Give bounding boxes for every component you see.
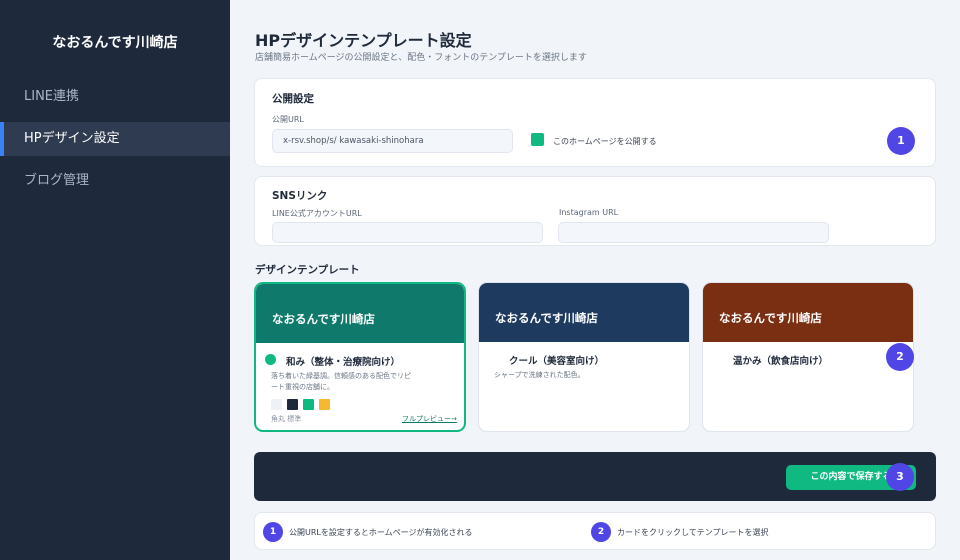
public-url-label: 公開URL bbox=[272, 115, 304, 124]
publish-settings-card: 公開設定 公開URL x-rsv.shop/s/ kawasaki-shinoh… bbox=[254, 78, 936, 167]
selected-indicator-icon bbox=[265, 354, 276, 365]
page-title: HPデザインテンプレート設定 bbox=[255, 31, 472, 50]
publish-checkbox[interactable] bbox=[531, 133, 544, 146]
save-bar: この内容で保存する bbox=[254, 452, 936, 501]
hint-text-2: カードをクリックしてテンプレートを選択 bbox=[617, 528, 769, 537]
line-url-label: LINE公式アカウントURL bbox=[272, 209, 362, 218]
instagram-url-input[interactable] bbox=[558, 222, 829, 243]
template-description: 落ち着いた緑基調。信頼感のある配色でリピート重視の店舗に。 bbox=[271, 372, 411, 391]
hint-card: 1 公開URLを設定するとホームページが有効化される 2 カードをクリックしてテ… bbox=[254, 512, 936, 550]
template-name: 温かみ（飲食店向け） bbox=[733, 356, 829, 367]
full-preview-link[interactable]: フルプレビュー→ bbox=[402, 414, 457, 424]
sns-links-card: SNSリンク LINE公式アカウントURL Instagram URL bbox=[254, 176, 936, 246]
instagram-url-label: Instagram URL bbox=[559, 208, 619, 217]
sidebar-item-hp-design[interactable]: HPデザイン設定 bbox=[0, 122, 230, 156]
sns-title: SNSリンク bbox=[272, 190, 328, 202]
template-card-warm[interactable]: なおるんです川崎店 温かみ（飲食店向け） bbox=[702, 282, 914, 432]
color-swatch bbox=[319, 399, 330, 410]
hint-badge-1: 1 bbox=[263, 522, 283, 542]
step-badge-1: 1 bbox=[887, 127, 915, 155]
color-swatch bbox=[287, 399, 298, 410]
step-badge-2: 2 bbox=[886, 343, 914, 371]
publish-checkbox-label: このホームページを公開する bbox=[553, 137, 657, 146]
color-swatch bbox=[271, 399, 282, 410]
design-template-title: デザインテンプレート bbox=[255, 264, 360, 276]
sidebar-item-line[interactable]: LINE連携 bbox=[0, 80, 230, 114]
hint-text-1: 公開URLを設定するとホームページが有効化される bbox=[289, 528, 473, 537]
template-header: なおるんです川崎店 bbox=[256, 284, 464, 343]
template-header: なおるんです川崎店 bbox=[479, 283, 689, 342]
line-url-input[interactable] bbox=[272, 222, 543, 243]
template-name: クール（美容室向け） bbox=[509, 356, 605, 367]
template-header: なおるんです川崎店 bbox=[703, 283, 913, 342]
hint-badge-2: 2 bbox=[591, 522, 611, 542]
sidebar-item-blog[interactable]: ブログ管理 bbox=[0, 164, 230, 198]
public-url-input[interactable]: x-rsv.shop/s/ kawasaki-shinohara bbox=[272, 129, 513, 153]
sidebar: なおるんです川崎店 LINE連携 HPデザイン設定 ブログ管理 bbox=[0, 0, 230, 560]
color-swatch bbox=[303, 399, 314, 410]
template-description: シャープで洗練された配色。 bbox=[494, 371, 585, 379]
template-card-cool[interactable]: なおるんです川崎店 クール（美容室向け） シャープで洗練された配色。 bbox=[478, 282, 690, 432]
template-name: 和み（整体・治療院向け） bbox=[286, 357, 401, 368]
template-meta: 角丸 標準 bbox=[271, 415, 302, 423]
page-subtitle: 店舗簡易ホームページの公開設定と、配色・フォントのテンプレートを選択します bbox=[255, 53, 587, 63]
brand-name: なおるんです川崎店 bbox=[52, 35, 178, 51]
step-badge-3: 3 bbox=[886, 463, 914, 491]
template-card-nagomi[interactable]: なおるんです川崎店 和み（整体・治療院向け） 落ち着いた緑基調。信頼感のある配色… bbox=[254, 282, 466, 432]
publish-settings-title: 公開設定 bbox=[272, 93, 314, 105]
